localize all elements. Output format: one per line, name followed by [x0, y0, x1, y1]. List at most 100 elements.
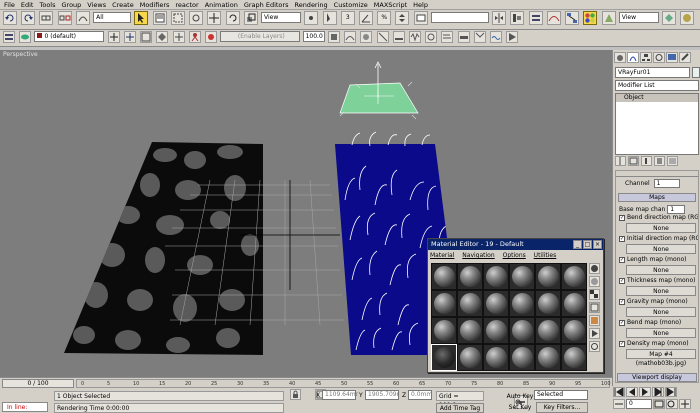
pin-stack-icon[interactable]	[615, 156, 626, 166]
make-preview-icon[interactable]	[589, 328, 600, 339]
next-frame-icon[interactable]	[652, 387, 664, 397]
reactor-preview-icon[interactable]	[506, 31, 519, 43]
menu-rendering[interactable]: Rendering	[294, 0, 327, 10]
sample-slot[interactable]	[457, 317, 483, 344]
maximize-button[interactable]: □	[583, 240, 592, 249]
sample-slot[interactable]	[535, 317, 561, 344]
display-tab-icon[interactable]	[666, 52, 678, 63]
add-time-tag-button[interactable]: Add Time Tag	[436, 403, 484, 413]
backlight-icon[interactable]	[589, 276, 600, 287]
sample-slot[interactable]	[431, 263, 457, 290]
select-object-icon[interactable]	[134, 11, 149, 25]
map-label[interactable]: ✓ Bend direction map (RGB)	[616, 214, 698, 222]
sample-slot[interactable]	[483, 344, 509, 371]
sample-slot[interactable]	[509, 317, 535, 344]
close-button[interactable]: ×	[593, 240, 602, 249]
sample-slot[interactable]	[509, 290, 535, 317]
layer-list-icon[interactable]	[3, 31, 15, 43]
goto-end-icon[interactable]	[665, 387, 677, 397]
maxscript-listener[interactable]: In line:	[2, 402, 48, 412]
sample-slot[interactable]	[561, 317, 587, 344]
video-color-check-icon[interactable]	[589, 315, 600, 326]
undo-icon[interactable]	[3, 11, 17, 25]
percent-snap-icon[interactable]: %	[377, 11, 392, 25]
modify-tab-icon[interactable]	[627, 52, 639, 63]
menu-animation[interactable]: Animation	[205, 0, 238, 10]
sample-slot[interactable]	[483, 317, 509, 344]
y-coord-field[interactable]: 1905.709r	[365, 390, 399, 400]
sample-type-icon[interactable]	[589, 263, 600, 274]
map-slot-button[interactable]: None	[626, 307, 696, 317]
create-tab-icon[interactable]	[614, 52, 626, 63]
make-unique-icon[interactable]	[641, 156, 652, 166]
rollout-scroll-area[interactable]: Channel 1 Maps Base map chan 1 ✓ Bend dir…	[615, 170, 699, 383]
maps-rollout-header[interactable]: Maps	[618, 193, 696, 202]
sample-slot[interactable]	[457, 290, 483, 317]
sample-slot[interactable]	[561, 344, 587, 371]
sample-slot[interactable]	[509, 263, 535, 290]
z-coord-field[interactable]: 0.0mm	[408, 390, 432, 400]
schematic-view-icon[interactable]	[565, 11, 580, 25]
set-current-layer-icon[interactable]	[156, 31, 169, 43]
sample-slot[interactable]	[483, 290, 509, 317]
rotate-icon[interactable]	[225, 11, 240, 25]
map-slot-button[interactable]: None	[626, 244, 696, 254]
sample-slot[interactable]	[483, 263, 509, 290]
layer-manager-icon[interactable]	[528, 11, 543, 25]
layer-dropdown[interactable]: 0 (default)	[34, 31, 105, 42]
sample-slot[interactable]	[431, 317, 457, 344]
menu-graph-editors[interactable]: Graph Editors	[244, 0, 289, 10]
sample-slot[interactable]	[457, 263, 483, 290]
configure-sets-icon[interactable]	[667, 156, 678, 166]
named-selection-input[interactable]	[430, 12, 489, 23]
sample-slot[interactable]	[431, 290, 457, 317]
map-label[interactable]: ✓ Gravity map (mono)	[616, 298, 698, 306]
me-menu-utilities[interactable]: Utilities	[534, 252, 557, 259]
map-label[interactable]: ✓ Density map (mono)	[616, 340, 698, 348]
reactor-motor-icon[interactable]	[425, 31, 438, 43]
map-label[interactable]: ✓ Length map (mono)	[616, 256, 698, 264]
auto-key-label[interactable]: Auto Key	[506, 392, 534, 401]
reactor-plane-icon[interactable]	[392, 31, 405, 43]
time-config-icon[interactable]	[653, 399, 665, 409]
enable-layers-field[interactable]: (Enable Layers)	[220, 31, 301, 42]
sample-slot[interactable]	[509, 344, 535, 371]
character-icon[interactable]	[188, 31, 201, 43]
reactor-wind-icon[interactable]	[441, 31, 454, 43]
sample-slot[interactable]	[561, 290, 587, 317]
map-checkbox[interactable]: ✓	[619, 340, 625, 347]
menu-tools[interactable]: Tools	[39, 0, 55, 10]
ref-coord-dropdown[interactable]: View	[261, 12, 302, 23]
base-map-spinner[interactable]: 1	[667, 205, 686, 214]
rect-selection-icon[interactable]	[170, 11, 185, 25]
me-menu-options[interactable]: Options	[503, 252, 526, 259]
key-filters-button[interactable]: Key Filters...	[536, 402, 588, 413]
modifier-list-dropdown[interactable]: Modifier List	[615, 80, 699, 91]
map-checkbox[interactable]: ✓	[619, 319, 625, 326]
snap-3-icon[interactable]: 3	[340, 11, 355, 25]
menu-modifiers[interactable]: Modifiers	[140, 0, 170, 10]
show-end-result-icon[interactable]	[628, 156, 639, 166]
select-by-name-icon[interactable]	[152, 11, 167, 25]
uv-tiling-icon[interactable]	[589, 302, 600, 313]
sample-slot-selected[interactable]	[431, 344, 457, 371]
perspective-viewport[interactable]: Perspective Material Editor - 19 - Defau…	[0, 50, 612, 377]
select-manipulate-icon[interactable]	[322, 11, 337, 25]
material-editor-window[interactable]: Material Editor - 19 - Default _ □ × Mat…	[427, 238, 604, 373]
selection-filter-dropdown[interactable]: All	[93, 12, 132, 23]
edit-named-sel-icon[interactable]	[413, 11, 428, 25]
angle-snap-icon[interactable]	[358, 11, 373, 25]
menu-create[interactable]: Create	[112, 0, 134, 10]
time-slider[interactable]: 0 / 100	[2, 379, 74, 388]
stack-item-object[interactable]: Object	[616, 94, 698, 102]
lock-selection-icon[interactable]	[290, 389, 301, 400]
remove-modifier-icon[interactable]	[654, 156, 665, 166]
map-checkbox[interactable]: ✓	[619, 298, 625, 305]
hierarchy-tab-icon[interactable]	[640, 52, 652, 63]
x-coord-field[interactable]: 1109.64mr	[322, 390, 358, 400]
map-checkbox[interactable]: ✓	[619, 214, 625, 221]
unlink-icon[interactable]	[57, 11, 72, 25]
percent-field[interactable]: 100.0	[302, 31, 325, 42]
sample-slot[interactable]	[535, 290, 561, 317]
play-icon[interactable]	[639, 387, 651, 397]
